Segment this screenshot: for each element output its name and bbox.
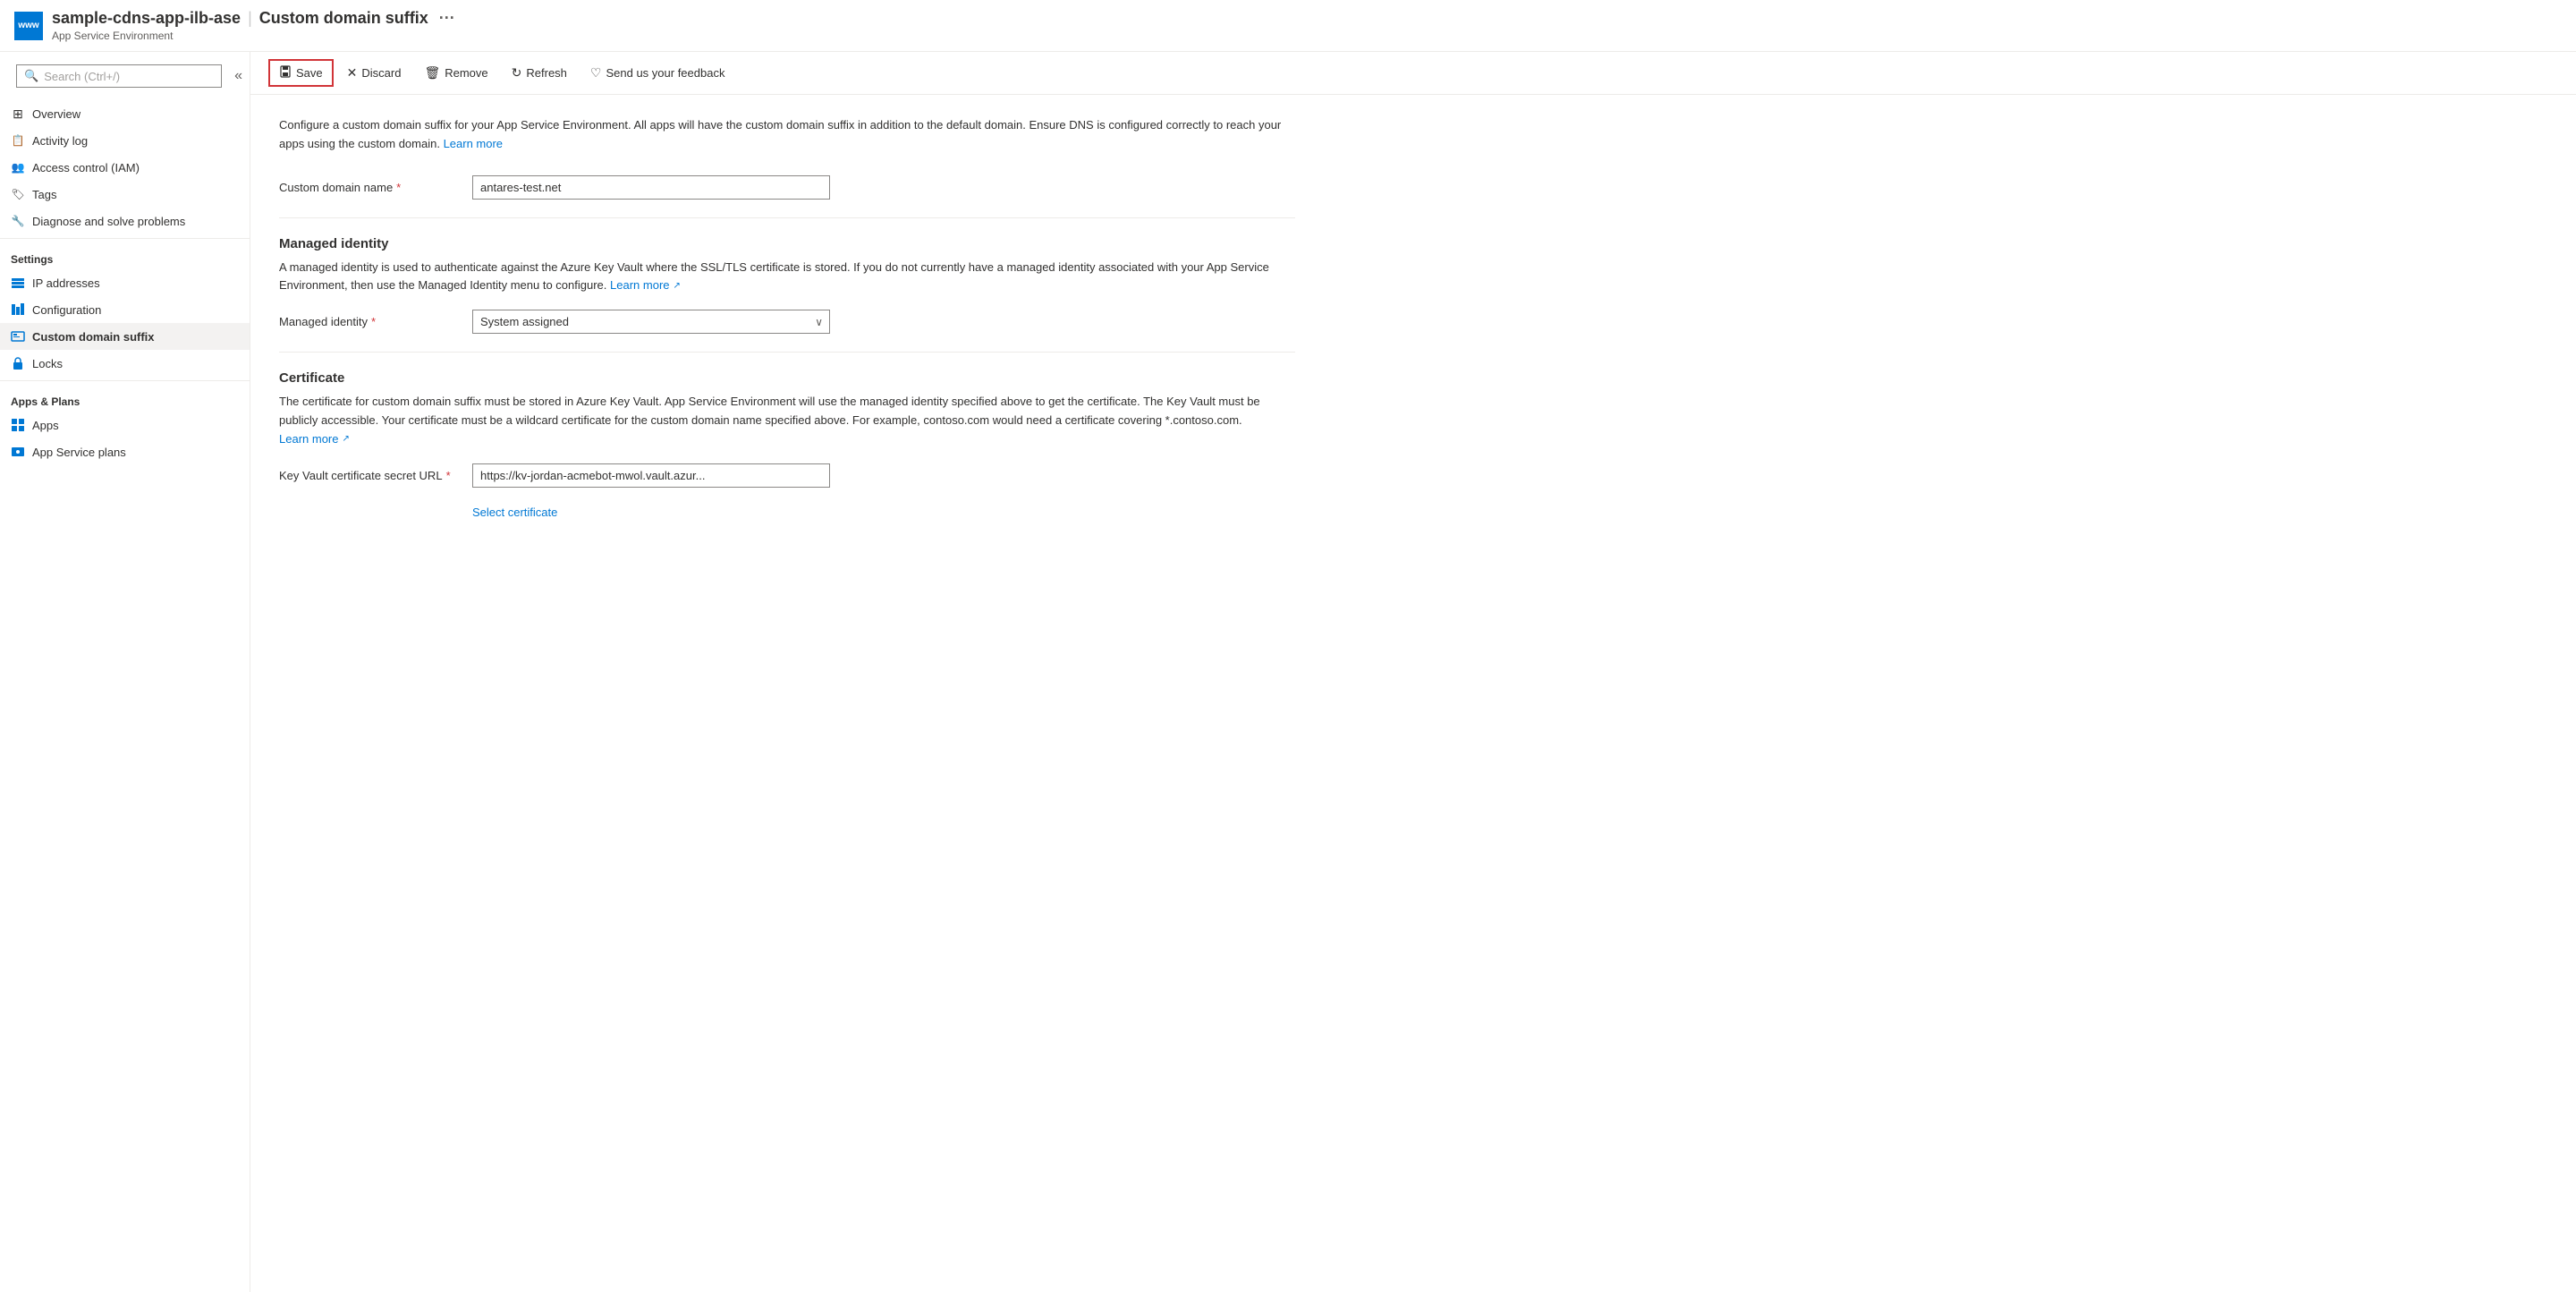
- managed-identity-learn-more-link[interactable]: Learn more ↗: [610, 276, 681, 295]
- remove-icon: 🗑: [424, 65, 440, 81]
- managed-identity-group: Managed identity * System assigned User …: [279, 310, 1295, 334]
- main-content: Save ✕ Discard 🗑 Remove ↻ Refresh ♡ Send…: [250, 52, 2576, 1292]
- key-vault-url-group: Key Vault certificate secret URL *: [279, 463, 1295, 488]
- certificate-learn-more-link[interactable]: Learn more ↗: [279, 430, 350, 449]
- page-header: www sample-cdns-app-ilb-ase | Custom dom…: [0, 0, 2576, 52]
- managed-identity-label: Managed identity *: [279, 315, 458, 328]
- key-vault-url-input[interactable]: [472, 463, 830, 488]
- configuration-icon: [11, 302, 25, 317]
- page-title: sample-cdns-app-ilb-ase | Custom domain …: [52, 9, 455, 28]
- certificate-section-title: Certificate: [279, 370, 1295, 386]
- search-box[interactable]: 🔍: [16, 64, 222, 88]
- settings-section-label: Settings: [0, 242, 250, 269]
- select-certificate-wrapper: Select certificate: [472, 506, 1295, 519]
- access-control-icon: 👥: [11, 160, 25, 174]
- content-area: Configure a custom domain suffix for you…: [250, 95, 1324, 540]
- managed-identity-description: A managed identity is used to authentica…: [279, 259, 1295, 296]
- discard-icon: ✕: [347, 65, 358, 81]
- search-icon: 🔍: [24, 69, 38, 83]
- apps-icon: [11, 418, 25, 432]
- diagnose-icon: 🔧: [11, 214, 25, 228]
- more-options-icon[interactable]: ···: [439, 9, 455, 28]
- required-indicator-3: *: [446, 469, 451, 482]
- remove-button[interactable]: 🗑 Remove: [414, 60, 497, 86]
- save-button[interactable]: Save: [268, 59, 334, 87]
- collapse-sidebar-button[interactable]: «: [234, 68, 242, 84]
- external-link-icon-2: ↗: [342, 432, 349, 446]
- managed-identity-section-title: Managed identity: [279, 236, 1295, 251]
- sidebar-item-custom-domain-suffix[interactable]: Custom domain suffix: [0, 323, 250, 350]
- ip-addresses-icon: [11, 276, 25, 290]
- page-description: Configure a custom domain suffix for you…: [279, 116, 1295, 154]
- external-link-icon: ↗: [674, 279, 681, 293]
- custom-domain-name-group: Custom domain name *: [279, 175, 1295, 200]
- custom-domain-name-label: Custom domain name *: [279, 181, 458, 194]
- discard-button[interactable]: ✕ Discard: [337, 60, 411, 86]
- sidebar-item-configuration[interactable]: Configuration: [0, 296, 250, 323]
- sidebar-item-apps[interactable]: Apps: [0, 412, 250, 438]
- required-indicator: *: [396, 181, 401, 194]
- feedback-icon: ♡: [590, 65, 602, 81]
- sidebar: 🔍 « ⊞ Overview 📋 Activity log 👥 Access c…: [0, 52, 250, 1292]
- learn-more-link[interactable]: Learn more: [444, 135, 503, 154]
- custom-domain-name-input[interactable]: [472, 175, 830, 200]
- feedback-button[interactable]: ♡ Send us your feedback: [580, 60, 735, 86]
- resource-icon: www: [14, 12, 43, 40]
- app-service-plans-icon: [11, 445, 25, 459]
- select-certificate-link[interactable]: Select certificate: [472, 506, 557, 519]
- apps-plans-section-label: Apps & Plans: [0, 385, 250, 412]
- sidebar-item-activity-log[interactable]: 📋 Activity log: [0, 127, 250, 154]
- sidebar-item-overview[interactable]: ⊞ Overview: [0, 100, 250, 127]
- sidebar-item-tags[interactable]: 🏷 Tags: [0, 181, 250, 208]
- refresh-button[interactable]: ↻ Refresh: [502, 60, 577, 86]
- search-input[interactable]: [44, 70, 214, 83]
- activity-log-icon: 📋: [11, 133, 25, 148]
- sidebar-item-access-control[interactable]: 👥 Access control (IAM): [0, 154, 250, 181]
- tags-icon: 🏷: [11, 187, 25, 201]
- overview-icon: ⊞: [11, 106, 25, 121]
- custom-domain-icon: [11, 329, 25, 344]
- certificate-description: The certificate for custom domain suffix…: [279, 393, 1295, 448]
- key-vault-url-label: Key Vault certificate secret URL *: [279, 469, 458, 482]
- managed-identity-select-wrapper[interactable]: System assigned User assigned ∨: [472, 310, 830, 334]
- sidebar-item-ip-addresses[interactable]: IP addresses: [0, 269, 250, 296]
- locks-icon: [11, 356, 25, 370]
- resource-subtitle: App Service Environment: [52, 30, 455, 42]
- save-icon: [279, 65, 292, 81]
- sidebar-item-locks[interactable]: Locks: [0, 350, 250, 377]
- refresh-icon: ↻: [512, 65, 522, 81]
- sidebar-item-app-service-plans[interactable]: App Service plans: [0, 438, 250, 465]
- header-title-block: sample-cdns-app-ilb-ase | Custom domain …: [52, 9, 455, 42]
- toolbar: Save ✕ Discard 🗑 Remove ↻ Refresh ♡ Send…: [250, 52, 2576, 95]
- managed-identity-select[interactable]: System assigned User assigned: [472, 310, 830, 334]
- sidebar-item-diagnose[interactable]: 🔧 Diagnose and solve problems: [0, 208, 250, 234]
- required-indicator-2: *: [371, 315, 376, 328]
